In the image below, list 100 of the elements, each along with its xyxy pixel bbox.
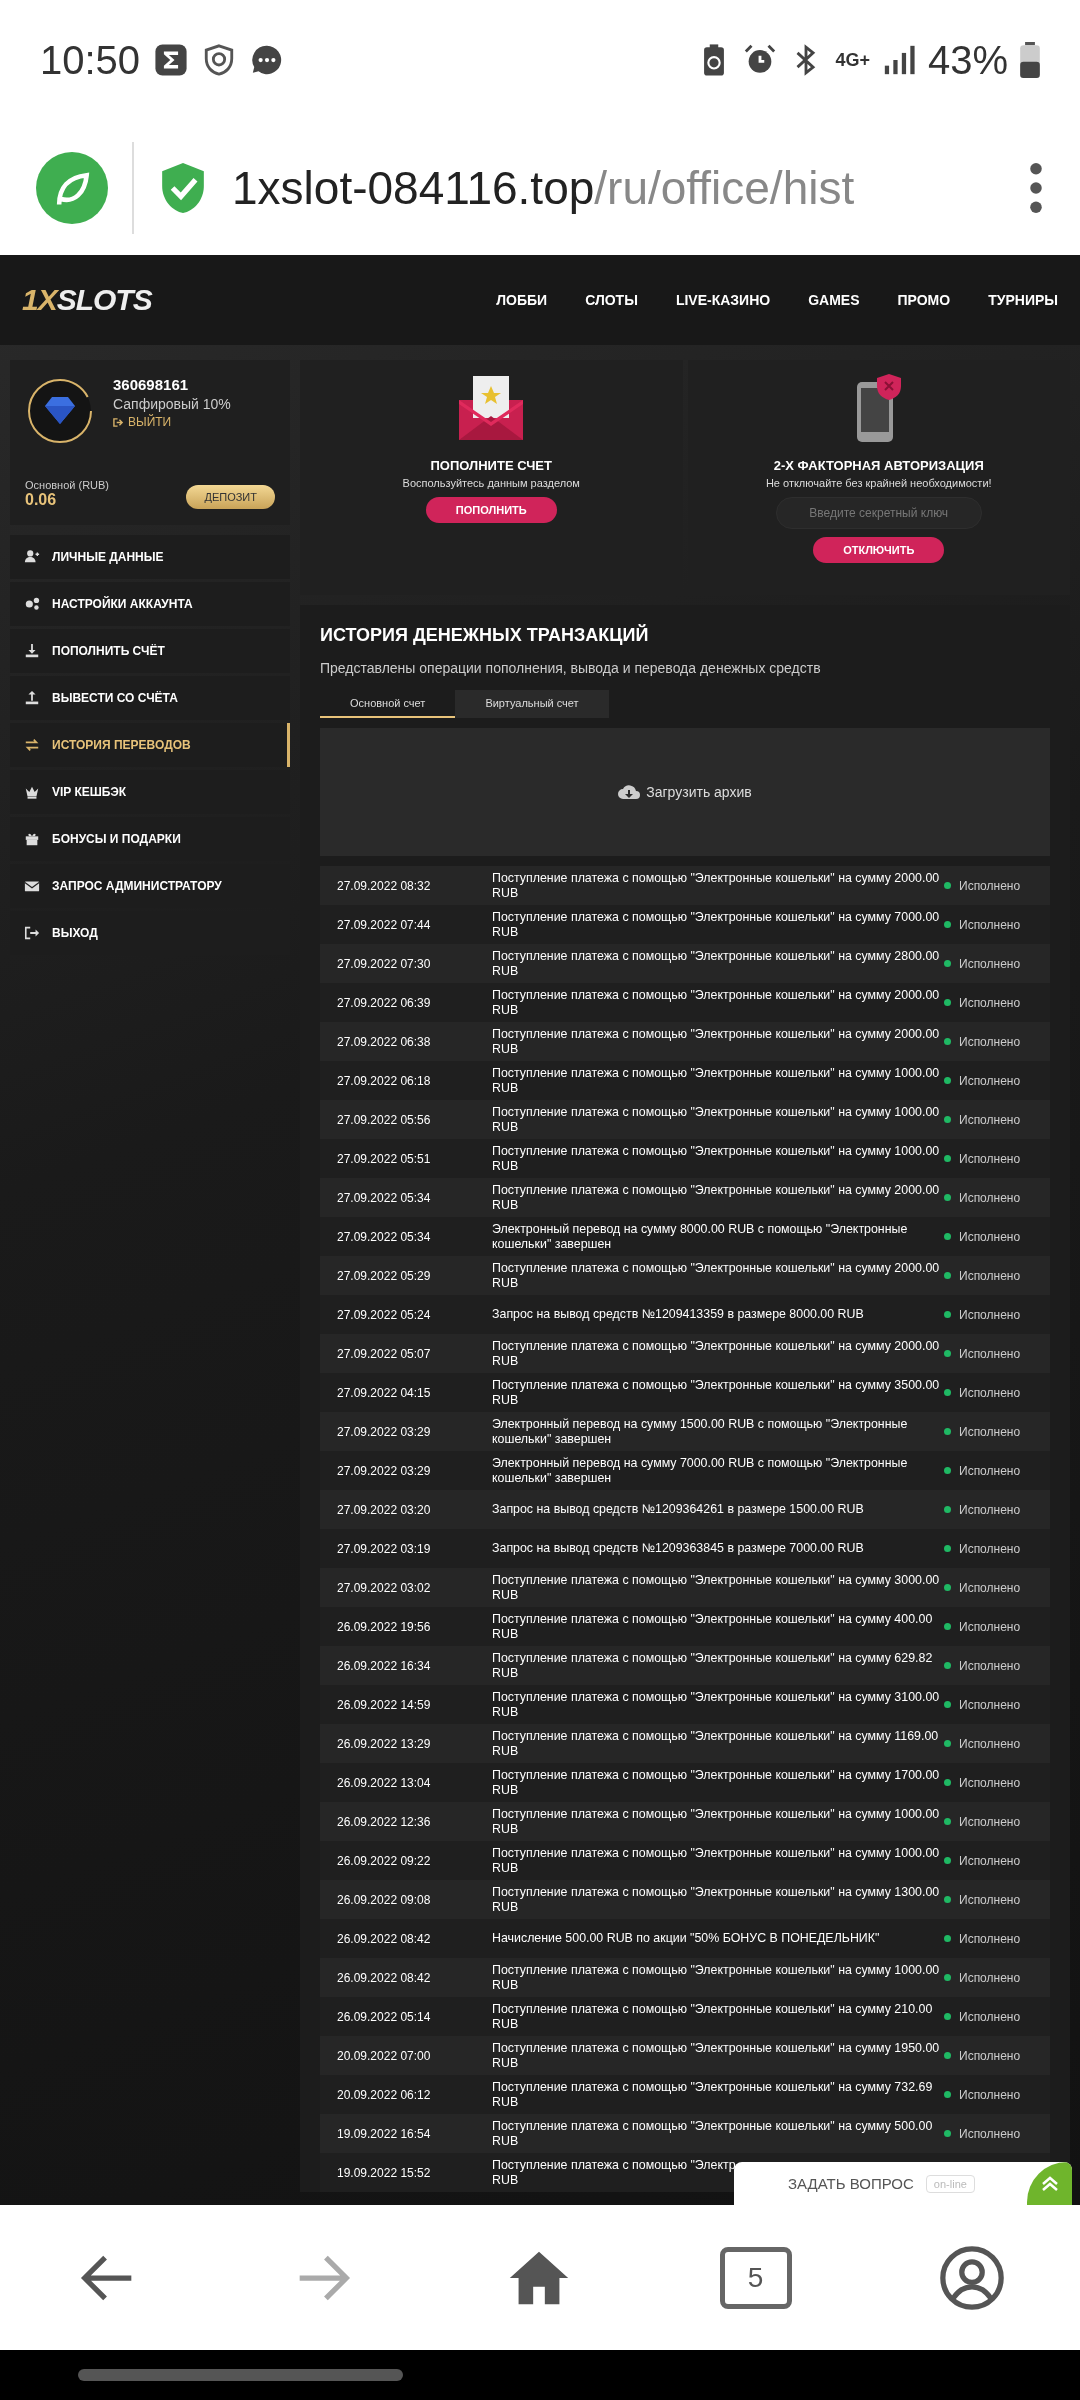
nav-link[interactable]: LIVE-КАЗИНО [675, 292, 771, 308]
status-dot [944, 1662, 951, 1669]
transaction-date: 26.09.2022 09:08 [337, 1892, 432, 1907]
online-badge: on-line [925, 2174, 975, 2193]
transaction-status: Исполнено [959, 2126, 1021, 2141]
transaction-description: Поступление платежа с помощью "Электронные кошельки" на сумму 3000.00 RUB [492, 1572, 941, 1603]
panel-subtitle: Представлены операции пополнения, вывода и перевода денежных средств [320, 660, 822, 676]
chat-widget[interactable]: ЗАДАТЬ ВОПРОС on-line [734, 2162, 1072, 2205]
transaction-description: Поступление платежа с помощью "Электронные кошельки" на сумму 2000.00 RUB [492, 1338, 941, 1369]
transaction-date: 27.09.2022 05:56 [337, 1112, 432, 1127]
nav-link[interactable]: GAMES [808, 292, 860, 308]
transaction-status: Исполнено [959, 2048, 1021, 2063]
transaction-date: 26.09.2022 16:34 [337, 1658, 432, 1673]
transaction-date: 19.09.2022 16:54 [337, 2126, 432, 2141]
transaction-description: Поступление платежа с помощью "Электронные кошельки" на сумму 2000.00 RUB [492, 870, 941, 901]
exit-icon [113, 416, 124, 428]
menu-icon[interactable] [1028, 162, 1044, 213]
logout-link[interactable]: ВЫЙТИ [113, 415, 231, 429]
disable-button[interactable]: ОТКЛЮЧИТЬ [813, 537, 945, 563]
status-dot [944, 960, 951, 967]
transaction-status: Исполнено [959, 1814, 1021, 1829]
nav-link[interactable]: ТУРНИРЫ [988, 292, 1058, 308]
sidebar-item[interactable]: НАСТРОЙКИ АККАУНТА [10, 582, 290, 626]
transaction-date: 19.09.2022 15:52 [337, 2165, 432, 2180]
transaction-description: Поступление платежа с помощью "Электр RUB [492, 2157, 736, 2188]
transaction-date: 27.09.2022 05:34 [337, 1229, 432, 1244]
account-id: 360698161 [113, 376, 190, 393]
sidebar-item[interactable]: ПОПОЛНИТЬ СЧЁТ [10, 629, 290, 673]
secret-key-field[interactable]: Введите секретный ключ [775, 497, 982, 529]
transaction-status: Исполнено [959, 1853, 1021, 1868]
transaction-status: Исполнено [959, 1736, 1021, 1751]
transaction-description: Запрос на вывод средств №1209413359 в размере 8000.00 RUB [492, 1307, 864, 1322]
transaction-description: Поступление платежа с помощью "Электронные кошельки" на сумму 3100.00 RUB [492, 1689, 941, 1720]
status-dot [944, 1272, 951, 1279]
deposit-button[interactable]: ДЕПОЗИТ [186, 485, 275, 509]
download-icon [24, 643, 40, 659]
status-dot [944, 1233, 951, 1240]
transaction-description: Поступление платежа с помощью "Электронные кошельки" на сумму 2800.00 RUB [492, 948, 941, 979]
expand-button[interactable] [1027, 2162, 1072, 2205]
tabs-button[interactable]: 5 [719, 2246, 792, 2309]
user-plus-icon [24, 549, 40, 565]
status-dot [944, 999, 951, 1006]
account-tab[interactable]: Виртуальный счет [455, 690, 609, 718]
transaction-description: Поступление платежа с помощью "Электронные кошельки" на сумму 210.00 RUB [492, 2001, 934, 2032]
transaction-status: Исполнено [959, 1034, 1021, 1049]
transaction-status: Исполнено [959, 1502, 1021, 1517]
status-dot [944, 1974, 951, 1981]
top-up-button[interactable]: ПОПОЛНИТЬ [425, 497, 557, 523]
transaction-description: Поступление платежа с помощью "Электронные кошельки" на сумму 500.00 RUB [492, 2118, 934, 2149]
transaction-date: 27.09.2022 06:18 [337, 1073, 432, 1088]
transaction-date: 27.09.2022 06:39 [337, 995, 432, 1010]
exit-icon [24, 925, 40, 941]
transaction-status: Исполнено [959, 1307, 1021, 1322]
transaction-date: 26.09.2022 13:04 [337, 1775, 432, 1790]
card-title: 2-Х ФАКТОРНАЯ АВТОРИЗАЦИЯ [773, 458, 984, 473]
status-dot [944, 1545, 951, 1552]
card-subtitle: Не отключайте без крайней необходимости! [765, 477, 992, 489]
url-field[interactable]: 1xslot-084116.top/ru/office/hist [232, 160, 1004, 215]
site-logo[interactable]: 1XSLOTS [22, 283, 152, 317]
status-dot [944, 1857, 951, 1864]
transaction-date: 26.09.2022 08:42 [337, 1970, 432, 1985]
nav-link[interactable]: ПРОМО [897, 292, 951, 308]
cloud-download-icon [618, 783, 641, 801]
transaction-date: 26.09.2022 05:14 [337, 2009, 432, 2024]
transaction-description: Поступление платежа с помощью "Электронные кошельки" на сумму 1000.00 RUB [492, 1845, 941, 1876]
status-dot [944, 1584, 951, 1591]
transaction-date: 27.09.2022 05:29 [337, 1268, 432, 1283]
status-dot [944, 1350, 951, 1357]
transaction-date: 27.09.2022 03:19 [337, 1541, 432, 1556]
transaction-date: 27.09.2022 05:51 [337, 1151, 432, 1166]
transfer-icon [24, 737, 40, 753]
transaction-description: Запрос на вывод средств №1209364261 в размере 1500.00 RUB [492, 1502, 864, 1517]
transaction-status: Исполнено [959, 1151, 1021, 1166]
transaction-status: Исполнено [959, 1385, 1021, 1400]
transaction-description: Поступление платежа с помощью "Электронные кошельки" на сумму 1700.00 RUB [492, 1767, 941, 1798]
transaction-description: Поступление платежа с помощью "Электронные кошельки" на сумму 1000.00 RUB [492, 1806, 941, 1837]
status-dot [944, 1623, 951, 1630]
nav-link[interactable]: СЛОТЫ [585, 292, 638, 308]
nav-link[interactable]: ЛОББИ [496, 292, 548, 308]
sidebar-item[interactable]: ВЫВЕСТИ СО СЧЁТА [10, 676, 290, 720]
gift-icon [24, 831, 40, 847]
transaction-description: Поступление платежа с помощью "Электронные кошельки" на сумму 629.82 RUB [492, 1650, 934, 1681]
sidebar-item[interactable]: ИСТОРИЯ ПЕРЕВОДОВ [10, 723, 290, 767]
balance-amount: 0.06 [25, 491, 58, 509]
download-archive-button[interactable]: Загрузить архив [612, 782, 758, 802]
transaction-status: Исполнено [959, 1541, 1021, 1556]
transaction-date: 27.09.2022 05:34 [337, 1190, 432, 1205]
transaction-description: Электронный перевод на сумму 7000.00 RUB с помощью "Электронные кошельки" завершен [492, 1455, 909, 1486]
transaction-status: Исполнено [959, 1112, 1021, 1127]
transaction-description: Поступление платежа с помощью "Электронные кошельки" на сумму 2000.00 RUB [492, 987, 941, 1018]
status-dot [944, 1389, 951, 1396]
transaction-date: 27.09.2022 03:02 [337, 1580, 432, 1595]
transaction-date: 27.09.2022 03:29 [337, 1463, 432, 1478]
sidebar-item[interactable]: ЛИЧНЫЕ ДАННЫЕ [10, 535, 290, 579]
status-dot [944, 1038, 951, 1045]
transaction-description: Поступление платежа с помощью "Электронные кошельки" на сумму 1169.00 RUB [492, 1728, 940, 1759]
transaction-description: Поступление платежа с помощью "Электронные кошельки" на сумму 1950.00 RUB [492, 2040, 941, 2071]
transaction-description: Поступление платежа с помощью "Электронные кошельки" на сумму 1000.00 RUB [492, 1104, 941, 1135]
loyalty-level: Сапфировый 10% [113, 396, 231, 412]
transaction-date: 27.09.2022 07:44 [337, 917, 432, 932]
